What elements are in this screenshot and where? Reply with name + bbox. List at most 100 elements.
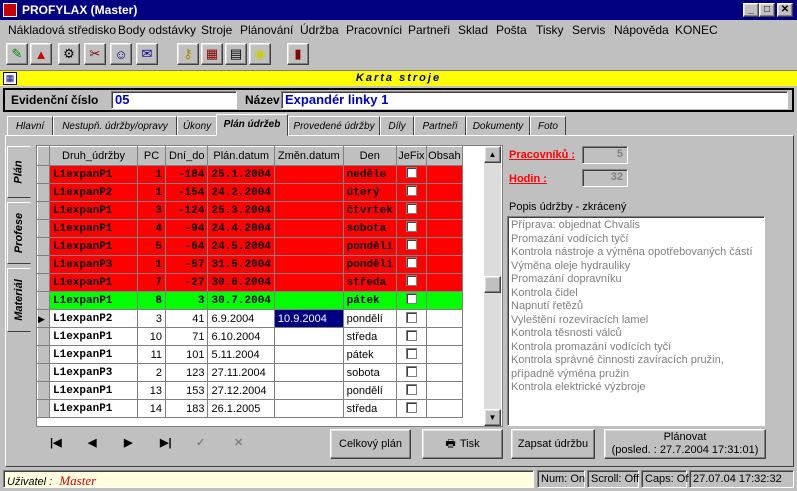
cell-den[interactable]: středa xyxy=(342,273,397,292)
cell-dni[interactable]: -27 xyxy=(164,273,209,292)
table-row[interactable]: ▶ L1expanP2 3 41 6.9.2004 10.9.2004 pondělí xyxy=(37,309,463,328)
cell-obsah[interactable] xyxy=(425,237,463,256)
cell-plan[interactable]: 25.3.2004 xyxy=(207,201,275,220)
cell-druh[interactable]: L1expanP1 xyxy=(49,345,138,364)
cell-plan[interactable]: 26.1.2005 xyxy=(207,399,275,418)
col-dni[interactable]: Dní_do xyxy=(164,146,209,166)
cell-pc[interactable]: 1 xyxy=(137,255,166,274)
jefix-checkbox[interactable] xyxy=(405,383,417,395)
cell-pc[interactable]: 1 xyxy=(137,165,166,184)
cell-plan[interactable]: 25.1.2004 xyxy=(207,165,275,184)
cell-zmen[interactable] xyxy=(273,273,344,292)
cell-druh[interactable]: L1expanP3 xyxy=(49,363,138,382)
cell-jefix[interactable] xyxy=(395,309,427,328)
cell-obsah[interactable] xyxy=(425,165,463,184)
side-tab-material[interactable]: Materiál xyxy=(7,268,31,332)
cell-obsah[interactable] xyxy=(425,399,463,418)
cell-druh[interactable]: L1expanP1 xyxy=(49,273,138,292)
cell-pc[interactable]: 4 xyxy=(137,219,166,238)
cell-zmen[interactable] xyxy=(273,363,344,382)
cell-zmen[interactable] xyxy=(273,183,344,202)
tab-hlavni[interactable]: Hlavní xyxy=(7,116,53,136)
col-jefix[interactable]: JeFix xyxy=(395,146,427,166)
row-indicator[interactable] xyxy=(37,345,50,364)
cell-plan[interactable]: 24.4.2004 xyxy=(207,219,275,238)
tab-dokumenty[interactable]: Dokumenty xyxy=(466,116,530,136)
cell-plan[interactable]: 24.2.2004 xyxy=(207,183,275,202)
close-button[interactable]: ✕ xyxy=(777,3,793,17)
row-indicator[interactable] xyxy=(37,327,50,346)
jefix-checkbox[interactable] xyxy=(405,311,417,323)
side-tab-plan[interactable]: Plán xyxy=(7,146,31,198)
col-obsah[interactable]: Obsah xyxy=(425,146,463,166)
table-row[interactable]: L1expanP1 5 -64 24.5.2004 pondělí xyxy=(37,237,463,256)
mail-icon[interactable]: ✉ xyxy=(136,43,158,65)
cell-zmen[interactable] xyxy=(273,201,344,220)
cell-den[interactable]: pondělí xyxy=(342,237,397,256)
cell-pc[interactable]: 5 xyxy=(137,237,166,256)
row-indicator[interactable] xyxy=(37,381,50,400)
cell-dni[interactable]: 183 xyxy=(164,399,209,418)
row-indicator[interactable] xyxy=(37,291,50,310)
cell-jefix[interactable] xyxy=(395,183,427,202)
cell-dni[interactable]: 41 xyxy=(164,309,209,328)
cell-jefix[interactable] xyxy=(395,381,427,400)
calendar-icon[interactable]: ▦ xyxy=(201,43,223,65)
table-row[interactable]: L1expanP1 7 -27 30.6.2004 středa xyxy=(37,273,463,292)
cell-zmen[interactable] xyxy=(273,381,344,400)
next-record-button[interactable]: ▶ xyxy=(124,436,132,449)
cell-pc[interactable]: 3 xyxy=(137,201,166,220)
menu-udrzba[interactable]: Údržba xyxy=(300,23,339,37)
tab-ukony[interactable]: Úkony xyxy=(177,116,217,136)
menu-napoveda[interactable]: Nápověda xyxy=(614,23,669,37)
zapsat-udrzbu-button[interactable]: Zapsat údržbu xyxy=(511,429,595,459)
cell-den[interactable]: úterý xyxy=(342,183,397,202)
col-druh[interactable]: Druh_údržby xyxy=(49,146,138,166)
cell-dni[interactable]: -184 xyxy=(164,165,209,184)
cell-zmen[interactable]: 10.9.2004 xyxy=(273,309,344,328)
scroll-down-button[interactable]: ▼ xyxy=(484,409,501,426)
calculator-icon[interactable]: ▤ xyxy=(225,43,247,65)
cell-druh[interactable]: L1expanP2 xyxy=(49,183,138,202)
menu-planovani[interactable]: Plánování xyxy=(240,23,293,37)
plan-grid[interactable]: Druh_údržby PC Dní_do Plán.datum Změn.da… xyxy=(36,145,503,427)
cell-den[interactable]: středa xyxy=(342,327,397,346)
menu-sklad[interactable]: Sklad xyxy=(458,23,488,37)
cell-obsah[interactable] xyxy=(425,327,463,346)
cell-dni[interactable]: -64 xyxy=(164,237,209,256)
post-button[interactable]: ✓ xyxy=(196,436,205,449)
col-plan[interactable]: Plán.datum xyxy=(207,146,275,166)
cell-den[interactable]: středa xyxy=(342,399,397,418)
cell-druh[interactable]: L1expanP1 xyxy=(49,237,138,256)
pracovniku-field[interactable]: 5 xyxy=(582,146,628,164)
cell-jefix[interactable] xyxy=(395,201,427,220)
menu-stroje[interactable]: Stroje xyxy=(201,23,232,37)
row-indicator[interactable] xyxy=(37,201,50,220)
cell-druh[interactable]: L1expanP1 xyxy=(49,165,138,184)
cell-den[interactable]: neděle xyxy=(342,165,397,184)
cell-den[interactable]: pondělí xyxy=(342,381,397,400)
cell-den[interactable]: pondělí xyxy=(342,255,397,274)
cell-plan[interactable]: 30.7.2004 xyxy=(207,291,275,310)
hodin-field[interactable]: 32 xyxy=(582,169,628,187)
cell-obsah[interactable] xyxy=(425,183,463,202)
jefix-checkbox[interactable] xyxy=(405,401,417,413)
cell-obsah[interactable] xyxy=(425,255,463,274)
cell-den[interactable]: pátek xyxy=(342,345,397,364)
cell-jefix[interactable] xyxy=(395,219,427,238)
cancel-edit-button[interactable]: ✕ xyxy=(234,436,243,449)
menu-partneri[interactable]: Partneři xyxy=(408,23,450,37)
cell-den[interactable]: sobota xyxy=(342,363,397,382)
row-indicator[interactable] xyxy=(37,183,50,202)
cell-obsah[interactable] xyxy=(425,291,463,310)
cell-pc[interactable]: 3 xyxy=(137,309,166,328)
menu-servis[interactable]: Servis xyxy=(572,23,605,37)
minimize-button[interactable]: _ xyxy=(743,3,759,17)
cell-obsah[interactable] xyxy=(425,363,463,382)
cell-jefix[interactable] xyxy=(395,237,427,256)
cell-zmen[interactable] xyxy=(273,327,344,346)
cell-zmen[interactable] xyxy=(273,237,344,256)
cell-druh[interactable]: L1expanP3 xyxy=(49,255,138,274)
cell-dni[interactable]: -94 xyxy=(164,219,209,238)
cell-obsah[interactable] xyxy=(425,345,463,364)
